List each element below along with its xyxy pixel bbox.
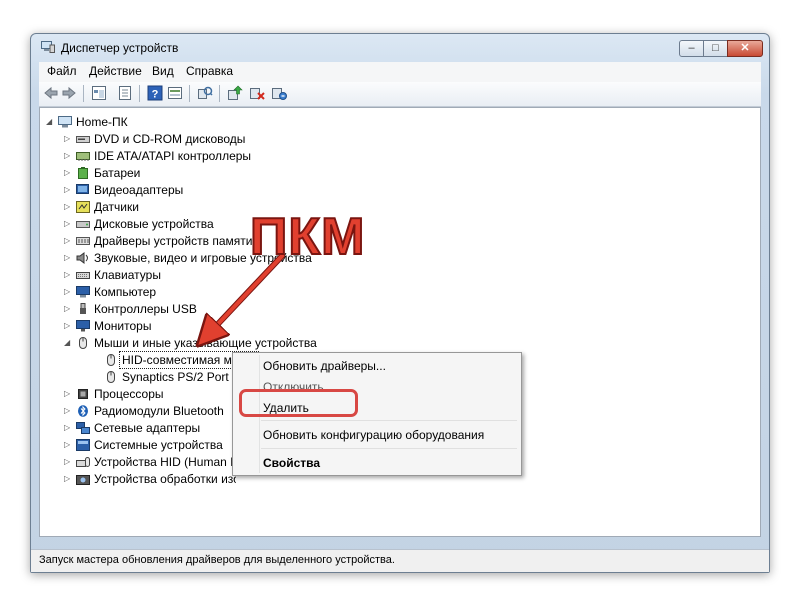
annotation-arrow bbox=[0, 253, 285, 600]
annotation-label: ПКМ bbox=[249, 207, 366, 267]
